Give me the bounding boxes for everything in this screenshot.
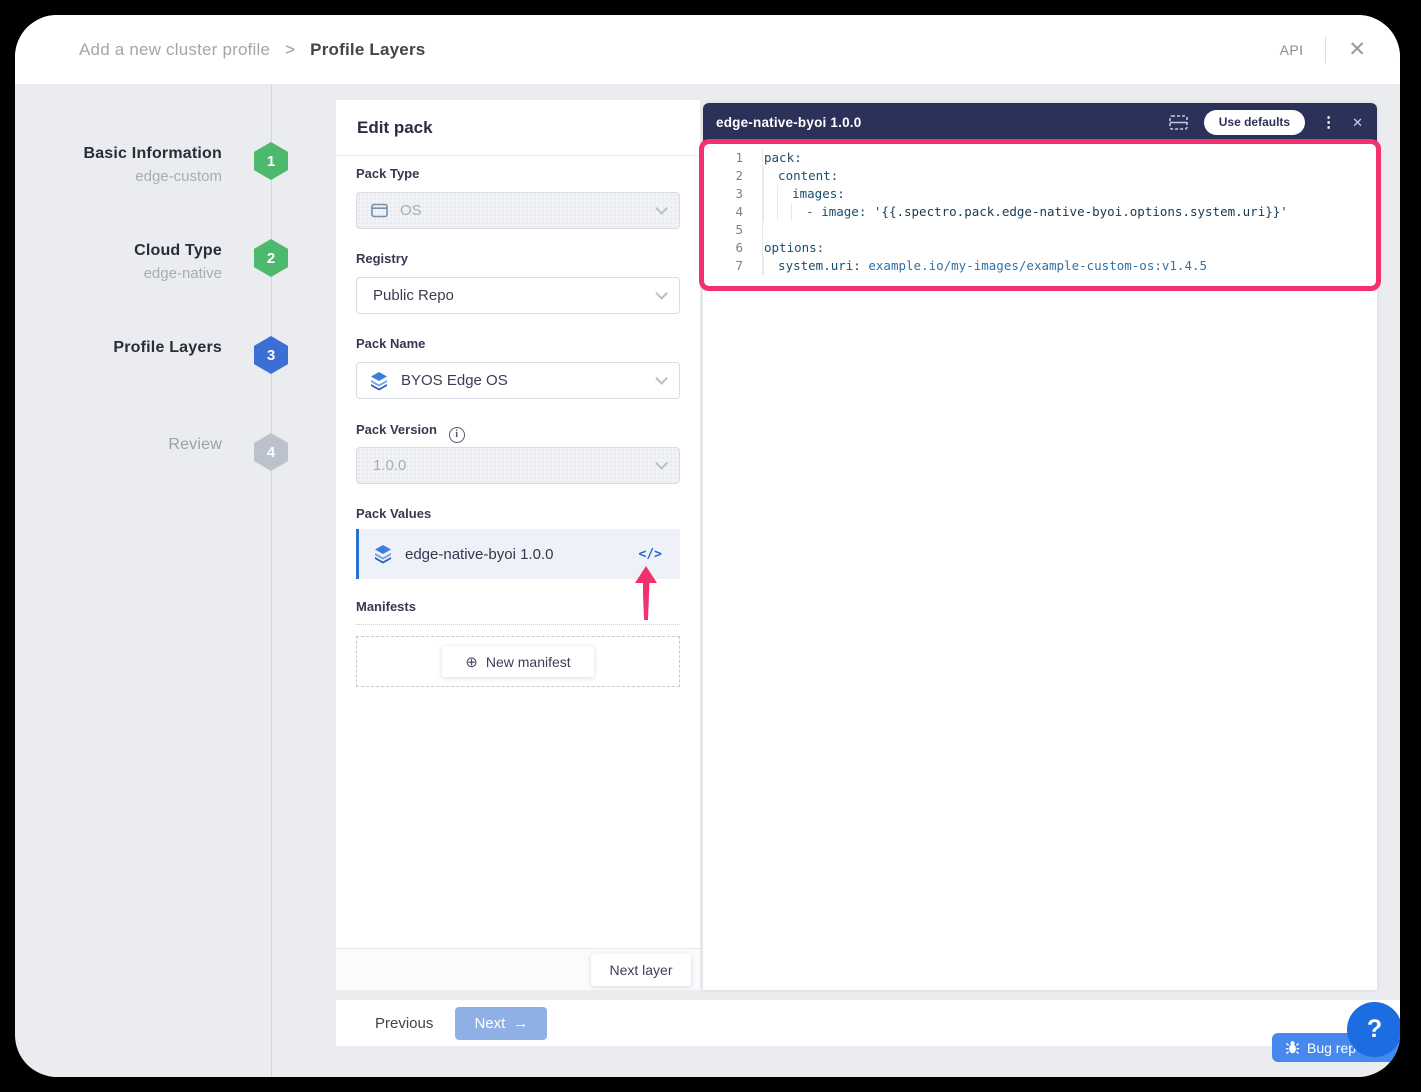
top-header: Add a new cluster profile > Profile Laye…	[15, 15, 1400, 85]
line-number: 7	[703, 257, 743, 275]
step-texts: Cloud Type edge-native	[15, 242, 222, 282]
breadcrumb-current: Profile Layers	[310, 40, 425, 59]
pack-type-value: OS	[400, 202, 422, 219]
code-line: 4- image: '{{.spectro.pack.edge-native-b…	[703, 203, 1377, 221]
help-button[interactable]: ?	[1347, 1002, 1400, 1057]
step-label: Cloud Type	[15, 242, 222, 260]
registry-label: Registry	[356, 251, 408, 266]
use-defaults-button[interactable]: Use defaults	[1204, 110, 1305, 135]
yaml-editor-panel: edge-native-byoi 1.0.0 Use defaults ⋮ ✕ …	[703, 103, 1377, 990]
line-number: 5	[703, 221, 743, 239]
os-window-icon	[371, 203, 388, 218]
api-link[interactable]: API	[1280, 42, 1304, 58]
line-number: 2	[703, 167, 743, 185]
pack-name-select[interactable]: BYOS Edge OS	[356, 362, 680, 399]
arrow-right-icon: →	[513, 1015, 528, 1032]
header-actions: API ✕	[1280, 37, 1366, 63]
editor-header-actions: Use defaults ⋮ ✕	[1169, 110, 1363, 135]
step-sublabel: edge-native	[15, 265, 222, 282]
line-number: 1	[703, 149, 743, 167]
plus-icon: ⊕	[465, 653, 478, 671]
step-texts: Profile Layers	[15, 339, 222, 357]
header-divider	[1325, 37, 1326, 63]
layers-icon	[373, 544, 393, 564]
pack-values-label: Pack Values	[356, 506, 431, 521]
breadcrumb-separator: >	[285, 40, 295, 59]
editor-header: edge-native-byoi 1.0.0 Use defaults ⋮ ✕	[703, 103, 1377, 141]
app-window: Add a new cluster profile > Profile Laye…	[15, 15, 1400, 1077]
kebab-menu-icon[interactable]: ⋮	[1321, 115, 1336, 130]
registry-select[interactable]: Public Repo	[356, 277, 680, 314]
pack-version-label: Pack Version i	[356, 422, 465, 443]
line-number: 4	[703, 203, 743, 221]
chevron-down-icon	[655, 372, 668, 385]
new-manifest-button[interactable]: ⊕ New manifest	[442, 646, 594, 677]
chevron-down-icon	[655, 457, 668, 470]
code-line: 5	[703, 221, 1377, 239]
code-line: 6options:	[703, 239, 1377, 257]
registry-value: Public Repo	[373, 287, 454, 304]
step-sublabel: edge-custom	[15, 168, 222, 185]
layers-icon	[369, 371, 389, 391]
editor-close-icon[interactable]: ✕	[1352, 116, 1363, 129]
info-icon[interactable]: i	[449, 427, 465, 443]
step-badge[interactable]: 1	[254, 142, 288, 180]
code-line: 3images:	[703, 185, 1377, 203]
breadcrumb: Add a new cluster profile > Profile Laye…	[79, 40, 425, 60]
pack-name-value: BYOS Edge OS	[401, 372, 508, 389]
previous-button[interactable]: Previous	[375, 1015, 433, 1032]
step-label: Review	[15, 436, 222, 454]
new-manifest-label: New manifest	[486, 654, 571, 670]
code-line: 2content:	[703, 167, 1377, 185]
next-layer-button[interactable]: Next layer	[591, 954, 691, 986]
panel-divider	[336, 155, 700, 156]
bug-report-label: Bug rep	[1307, 1040, 1356, 1056]
chevron-down-icon	[655, 287, 668, 300]
line-number: 6	[703, 239, 743, 257]
close-icon[interactable]: ✕	[1348, 39, 1366, 60]
editor-title: edge-native-byoi 1.0.0	[716, 115, 861, 130]
code-line: 1pack:	[703, 149, 1377, 167]
pack-type-select: OS	[356, 192, 680, 229]
step-label: Basic Information	[15, 145, 222, 163]
panel-bottom-bar: Next layer	[336, 948, 700, 990]
step-badge[interactable]: 3	[254, 336, 288, 374]
step-badge[interactable]: 4	[254, 433, 288, 471]
split-view-icon[interactable]	[1169, 115, 1188, 130]
pack-name-label: Pack Name	[356, 336, 425, 351]
code-line: 7system.uri: example.io/my-images/exampl…	[703, 257, 1377, 275]
pack-value-row[interactable]: edge-native-byoi 1.0.0 </>	[356, 529, 680, 579]
bug-icon	[1285, 1040, 1300, 1055]
breadcrumb-root: Add a new cluster profile	[79, 40, 270, 59]
wizard-footer: Previous Next →	[336, 1000, 1400, 1046]
pack-version-value: 1.0.0	[373, 457, 406, 474]
manifests-label: Manifests	[356, 599, 416, 614]
next-button[interactable]: Next →	[455, 1007, 547, 1040]
panel-title: Edit pack	[357, 118, 433, 138]
line-number: 3	[703, 185, 743, 203]
code-area[interactable]: 1pack:2content:3images:4- image: '{{.spe…	[703, 141, 1377, 990]
manifests-divider	[356, 624, 680, 625]
pack-value-item: edge-native-byoi 1.0.0	[405, 546, 553, 563]
pack-type-label: Pack Type	[356, 166, 419, 181]
step-label: Profile Layers	[15, 339, 222, 357]
edit-pack-panel: Edit pack Pack Type OS Registry Public R…	[336, 100, 700, 990]
step-texts: Basic Information edge-custom	[15, 145, 222, 185]
code-editor-icon[interactable]: </>	[639, 547, 662, 562]
chevron-down-icon	[655, 202, 668, 215]
stepper-line	[271, 85, 272, 1077]
step-texts: Review	[15, 436, 222, 454]
manifests-dropzone: ⊕ New manifest	[356, 636, 680, 687]
step-badge[interactable]: 2	[254, 239, 288, 277]
pack-version-select: 1.0.0	[356, 447, 680, 484]
